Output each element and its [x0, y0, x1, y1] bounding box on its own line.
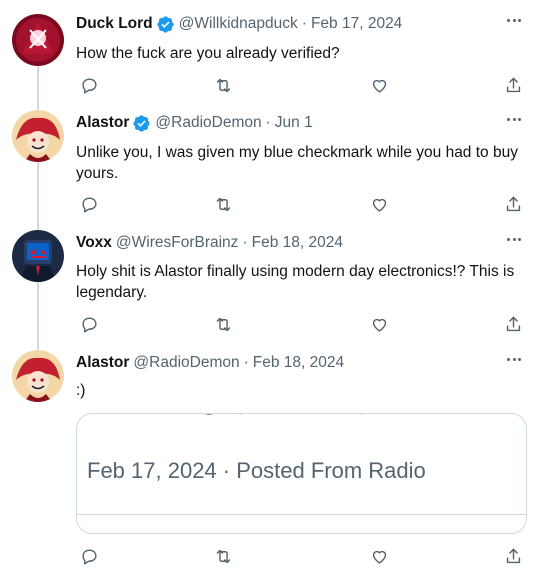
- avatar[interactable]: [12, 110, 64, 162]
- reply-icon[interactable]: [78, 313, 100, 335]
- thread-line: [37, 162, 39, 230]
- share-icon[interactable]: [502, 313, 524, 335]
- thread-line: [37, 282, 39, 350]
- timestamp[interactable]: Feb 18, 2024: [252, 233, 343, 253]
- like-icon[interactable]: [368, 313, 390, 335]
- avatar[interactable]: [12, 230, 64, 282]
- handle[interactable]: @WiresForBrainz: [116, 233, 239, 253]
- tweet-text: Unlike you, I was given my blue checkmar…: [76, 144, 518, 182]
- tweet-text: Holy shit is Alastor finally using moder…: [76, 263, 515, 301]
- media-caption: Feb 17, 2024 · Posted From Radio: [87, 458, 426, 483]
- verified-badge-icon: [133, 114, 151, 132]
- handle[interactable]: @RadioDemon: [155, 113, 261, 133]
- reply-icon[interactable]: [78, 74, 100, 96]
- like-icon[interactable]: [368, 193, 390, 215]
- share-icon[interactable]: [502, 545, 524, 567]
- tweet-text: How the fuck are you already verified?: [76, 45, 340, 62]
- tweet-actions: [76, 193, 526, 215]
- display-name[interactable]: Duck Lord: [76, 14, 153, 34]
- share-icon[interactable]: [502, 193, 524, 215]
- retweet-icon[interactable]: [212, 545, 234, 567]
- timestamp[interactable]: Jun 1: [275, 113, 313, 133]
- reply-icon[interactable]: [78, 545, 100, 567]
- display-name[interactable]: Alastor: [76, 113, 129, 133]
- tweet-actions: [76, 545, 526, 567]
- more-icon[interactable]: [504, 229, 524, 249]
- more-icon[interactable]: [504, 10, 524, 30]
- reply-icon[interactable]: [78, 193, 100, 215]
- avatar[interactable]: [12, 350, 64, 402]
- like-icon[interactable]: [368, 545, 390, 567]
- tweet-actions: [76, 313, 526, 335]
- like-icon[interactable]: [368, 74, 390, 96]
- display-name[interactable]: Voxx: [76, 233, 112, 253]
- more-icon[interactable]: [504, 349, 524, 369]
- handle[interactable]: @RadioDemon: [133, 353, 239, 373]
- more-icon[interactable]: [504, 109, 524, 129]
- tweet-text: :): [76, 382, 86, 399]
- timestamp[interactable]: Feb 18, 2024: [253, 353, 344, 373]
- retweet-icon[interactable]: [212, 74, 234, 96]
- handle[interactable]: @Willkidnapduck: [179, 14, 298, 34]
- verified-badge-icon: [157, 15, 174, 33]
- avatar[interactable]: [12, 14, 64, 66]
- retweet-icon[interactable]: [212, 313, 234, 335]
- tweet-actions: [76, 74, 526, 96]
- share-icon[interactable]: [502, 74, 524, 96]
- media-divider: [77, 514, 526, 515]
- media-cropped-text: [77, 414, 526, 435]
- display-name[interactable]: Alastor: [76, 353, 129, 373]
- thread-line: [37, 66, 39, 110]
- timestamp[interactable]: Feb 17, 2024: [311, 14, 402, 34]
- retweet-icon[interactable]: [212, 193, 234, 215]
- media-image[interactable]: Feb 17, 2024 · Posted From Radio: [76, 413, 527, 534]
